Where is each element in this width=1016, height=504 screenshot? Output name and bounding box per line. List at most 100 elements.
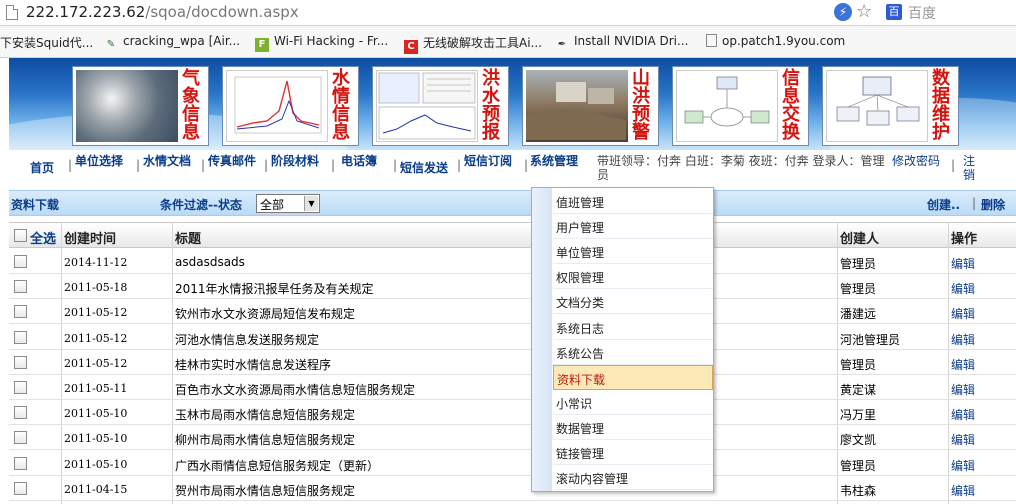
row-edit-link[interactable]: 编辑 — [951, 255, 975, 272]
row-title[interactable]: 玉林市局雨水情信息短信服务规定 — [175, 406, 355, 423]
page-icon — [6, 5, 18, 20]
tile-weather[interactable]: 气象信息 — [72, 66, 209, 146]
star-icon[interactable]: ☆ — [856, 1, 872, 22]
row-edit-link[interactable]: 编辑 — [951, 280, 975, 297]
menu-item[interactable]: 小常识 — [553, 390, 713, 415]
row-creator: 管理员 — [840, 357, 877, 372]
row-date: 2011-05-11 — [64, 382, 128, 395]
row-edit-link[interactable]: 编辑 — [951, 381, 975, 398]
menu-item[interactable]: 权限管理 — [553, 264, 713, 290]
url-field[interactable]: 222.172.223.62/sqoa/docdown.aspx — [26, 3, 299, 21]
row-title[interactable]: 河池水情信息发送服务规定 — [175, 331, 319, 348]
delete-button[interactable]: 删除 — [981, 196, 1005, 213]
change-password-link[interactable]: 修改密码 — [892, 154, 947, 168]
nav-sms-subscribe[interactable]: 短信订阅 — [464, 154, 516, 168]
table-row: 2011-05-10 玉林市局雨水情信息短信服务规定 冯万里 编辑 — [9, 400, 1016, 426]
flood-forecast-chart — [376, 70, 478, 142]
row-checkbox[interactable] — [14, 355, 27, 369]
url-path: /sqoa/docdown.aspx — [145, 3, 299, 21]
search-box[interactable]: 百 百度 — [884, 2, 1016, 24]
nav-water-docs[interactable]: 水情文档 — [143, 154, 195, 168]
nav-fax-mail[interactable]: 传真邮件 — [208, 154, 260, 168]
url-host: 222.172.223.62 — [26, 3, 146, 21]
row-checkbox[interactable] — [14, 330, 27, 344]
menu-item[interactable]: 单位管理 — [553, 239, 713, 265]
row-title[interactable]: 钦州市水文水资源局短信发布规定 — [175, 305, 355, 322]
menu-item[interactable]: 系统日志 — [553, 315, 713, 340]
menu-icon-strip — [532, 188, 552, 491]
row-edit-link[interactable]: 编辑 — [951, 431, 975, 448]
row-checkbox[interactable] — [14, 305, 27, 319]
row-edit-link[interactable]: 编辑 — [951, 305, 975, 322]
row-edit-link[interactable]: 编辑 — [951, 406, 975, 423]
select-all-label[interactable]: 全选 — [30, 228, 56, 247]
menu-item[interactable]: 文档分类 — [553, 289, 713, 315]
row-checkbox[interactable] — [14, 431, 27, 445]
row-title[interactable]: 柳州市局雨水情信息短信服务规定 — [175, 431, 355, 448]
table-row: 2011-04-15 贺州市局雨水情信息短信服务规定 韦柱森 编辑 — [9, 476, 1016, 501]
nav-system-admin[interactable]: 系统管理 — [530, 154, 582, 168]
header-created: 创建时间 — [64, 232, 117, 247]
menu-item[interactable]: 滚动内容管理 — [553, 465, 713, 491]
row-checkbox[interactable] — [14, 280, 27, 294]
bolt-icon[interactable]: ⚡ — [834, 3, 852, 21]
table-row: 2011-05-10 广西水雨情信息短信服务规定（更新） 管理员 编辑 — [9, 451, 1016, 476]
nav-separator: | — [68, 158, 73, 172]
tile-landslide[interactable]: 山洪预警 — [522, 66, 659, 146]
select-all-checkbox[interactable] — [14, 229, 27, 242]
nav-sms-send[interactable]: 短信发送 — [400, 161, 448, 175]
create-button[interactable]: 创建.. — [927, 196, 960, 213]
menu-item[interactable]: 用户管理 — [553, 214, 713, 240]
row-title[interactable]: 广西水雨情信息短信服务规定（更新） — [175, 457, 379, 474]
bookmark-label: Install NVIDIA Dri... — [574, 34, 689, 48]
row-title[interactable]: 贺州市局雨水情信息短信服务规定 — [175, 482, 355, 499]
row-title[interactable]: 2011年水情报汛报旱任务及有关规定 — [175, 280, 374, 297]
row-checkbox[interactable] — [14, 406, 27, 420]
nav-home[interactable]: 首页 — [30, 161, 54, 175]
row-edit-link[interactable]: 编辑 — [951, 331, 975, 348]
row-checkbox[interactable] — [14, 255, 27, 268]
row-date: 2011-05-18 — [64, 281, 128, 295]
bookmark-item[interactable]: ✒ Install NVIDIA Dri... — [555, 34, 689, 52]
row-creator: 管理员 — [840, 257, 877, 271]
row-checkbox[interactable] — [14, 456, 27, 470]
row-title[interactable]: 百色市水文水资源局雨水情信息短信服务规定 — [175, 381, 415, 398]
row-title[interactable]: asdasdsads — [175, 255, 245, 269]
address-bar: 222.172.223.62/sqoa/docdown.aspx ⚡ ☆ 百 百… — [0, 0, 1016, 26]
status-filter-select[interactable]: 全部 ▼ — [256, 194, 320, 213]
bookmark-item[interactable]: ✎ cracking_wpa [Air... — [104, 34, 240, 52]
page-icon — [706, 34, 717, 47]
menu-item[interactable]: 值班管理 — [553, 189, 713, 214]
tile-data[interactable]: 数据维护 — [822, 66, 959, 146]
toolbar-separator: | — [972, 196, 977, 210]
menu-item[interactable]: 资料下载 — [553, 364, 713, 390]
bookmark-item[interactable]: 下安装Squid代... — [0, 34, 93, 52]
row-edit-link[interactable]: 编辑 — [951, 356, 975, 373]
tile-exchange[interactable]: 信息交换 — [672, 66, 809, 146]
menu-item[interactable]: 系统公告 — [553, 340, 713, 365]
header-title: 标题 — [175, 232, 202, 247]
nav-separator: | — [201, 158, 206, 172]
row-date: 2011-05-10 — [64, 432, 128, 446]
nav-separator: | — [264, 158, 269, 172]
row-edit-link[interactable]: 编辑 — [951, 482, 975, 499]
menu-item[interactable]: 数据管理 — [553, 415, 713, 440]
logout-link[interactable]: 注销 — [963, 154, 983, 182]
bookmark-label: Wi-Fi Hacking - Fr... — [274, 34, 389, 48]
nav-unit-select[interactable]: 单位选择 — [75, 154, 127, 168]
row-checkbox[interactable] — [14, 481, 27, 495]
tile-flood[interactable]: 洪水预报 — [372, 66, 509, 146]
menu-item[interactable]: 链接管理 — [553, 440, 713, 465]
tile-water[interactable]: 水情信息 — [222, 66, 359, 146]
bookmark-item[interactable]: C 无线破解攻击工具Ai... — [404, 34, 542, 54]
tile-label: 气象信息 — [182, 68, 200, 143]
row-checkbox[interactable] — [14, 381, 27, 394]
bookmark-item[interactable]: op.patch1.9you.com — [706, 34, 845, 52]
c-icon: C — [404, 40, 418, 54]
nav-stage-material[interactable]: 阶段材料 — [271, 154, 323, 168]
table-row: 2011-05-10 柳州市局雨水情信息短信服务规定 廖文凯 编辑 — [9, 425, 1016, 451]
row-edit-link[interactable]: 编辑 — [951, 457, 975, 474]
row-title[interactable]: 桂林市实时水情信息发送程序 — [175, 356, 331, 373]
bookmark-item[interactable]: F Wi-Fi Hacking - Fr... — [255, 34, 388, 52]
nav-phonebook[interactable]: 电话簿 — [341, 154, 377, 168]
